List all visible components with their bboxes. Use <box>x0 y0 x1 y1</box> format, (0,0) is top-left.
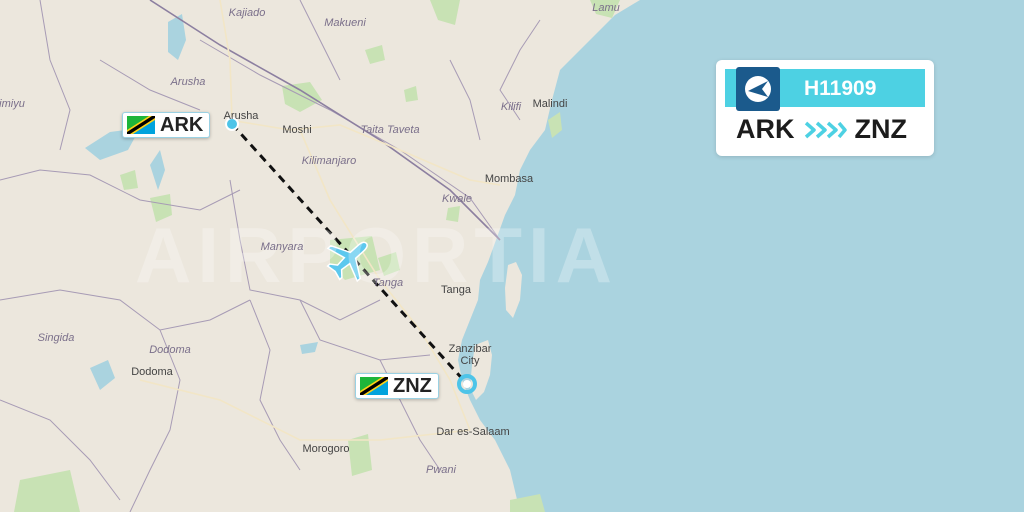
place-label-moshi: Moshi <box>282 124 312 136</box>
route-destination-code: ZNZ <box>854 114 907 144</box>
place-label-pwani: Pwani <box>426 464 456 476</box>
place-label-morogoro: Morogoro <box>302 443 350 455</box>
airline-logo-icon <box>736 67 780 111</box>
origin-airport-tag[interactable]: ARK <box>122 112 211 138</box>
chevrons-right-icon <box>804 121 847 138</box>
tanzania-flag-icon <box>360 377 388 395</box>
place-label-arusha-region: Arusha <box>170 76 206 88</box>
flight-number: H11909 <box>804 77 877 100</box>
place-label-malindi: Malindi <box>532 98 568 110</box>
lake <box>300 342 318 354</box>
place-label-manyara: Manyara <box>260 241 304 253</box>
place-label-kilimanjaro: Kilimanjaro <box>301 155 357 167</box>
place-label-lamu: Lamu <box>592 2 620 14</box>
place-label-dodoma: Dodoma <box>131 366 173 378</box>
place-label-makueni: Makueni <box>324 17 366 29</box>
place-label-kilifi: Kilifi <box>500 101 522 113</box>
flight-route-map: AIRPORTIA Kajiado Makueni Lamu Arusha Ar… <box>0 0 1024 512</box>
place-label-mombasa: Mombasa <box>484 173 534 185</box>
flight-route-summary: ARK ZNZ <box>736 114 907 145</box>
origin-airport-code: ARK <box>160 114 204 136</box>
tanzania-flag-icon <box>127 116 155 134</box>
place-label-kajiado: Kajiado <box>228 7 266 19</box>
lake <box>150 150 165 190</box>
destination-airport-code: ZNZ <box>393 375 432 397</box>
place-label-imiyu: imiyu <box>0 98 25 110</box>
route-origin-code: ARK <box>736 114 795 144</box>
place-label-taita-taveta: Taita Taveta <box>360 124 420 136</box>
place-label-tanga: Tanga <box>441 284 471 296</box>
place-label-singida: Singida <box>37 332 75 344</box>
place-label-zanzibar: Zanzibar City <box>448 343 492 367</box>
place-label-arusha: Arusha <box>223 110 259 122</box>
place-label-kwale: Kwale <box>442 193 472 205</box>
place-label-dar-es-salaam: Dar es-Salaam <box>436 426 510 438</box>
destination-airport-tag[interactable]: ZNZ <box>355 373 439 399</box>
lake <box>90 360 115 390</box>
flight-info-card[interactable]: H11909 ARK ZNZ <box>716 60 934 156</box>
place-label-tanga-region: Tanga <box>372 277 404 289</box>
place-label-dodoma-region: Dodoma <box>149 344 191 356</box>
